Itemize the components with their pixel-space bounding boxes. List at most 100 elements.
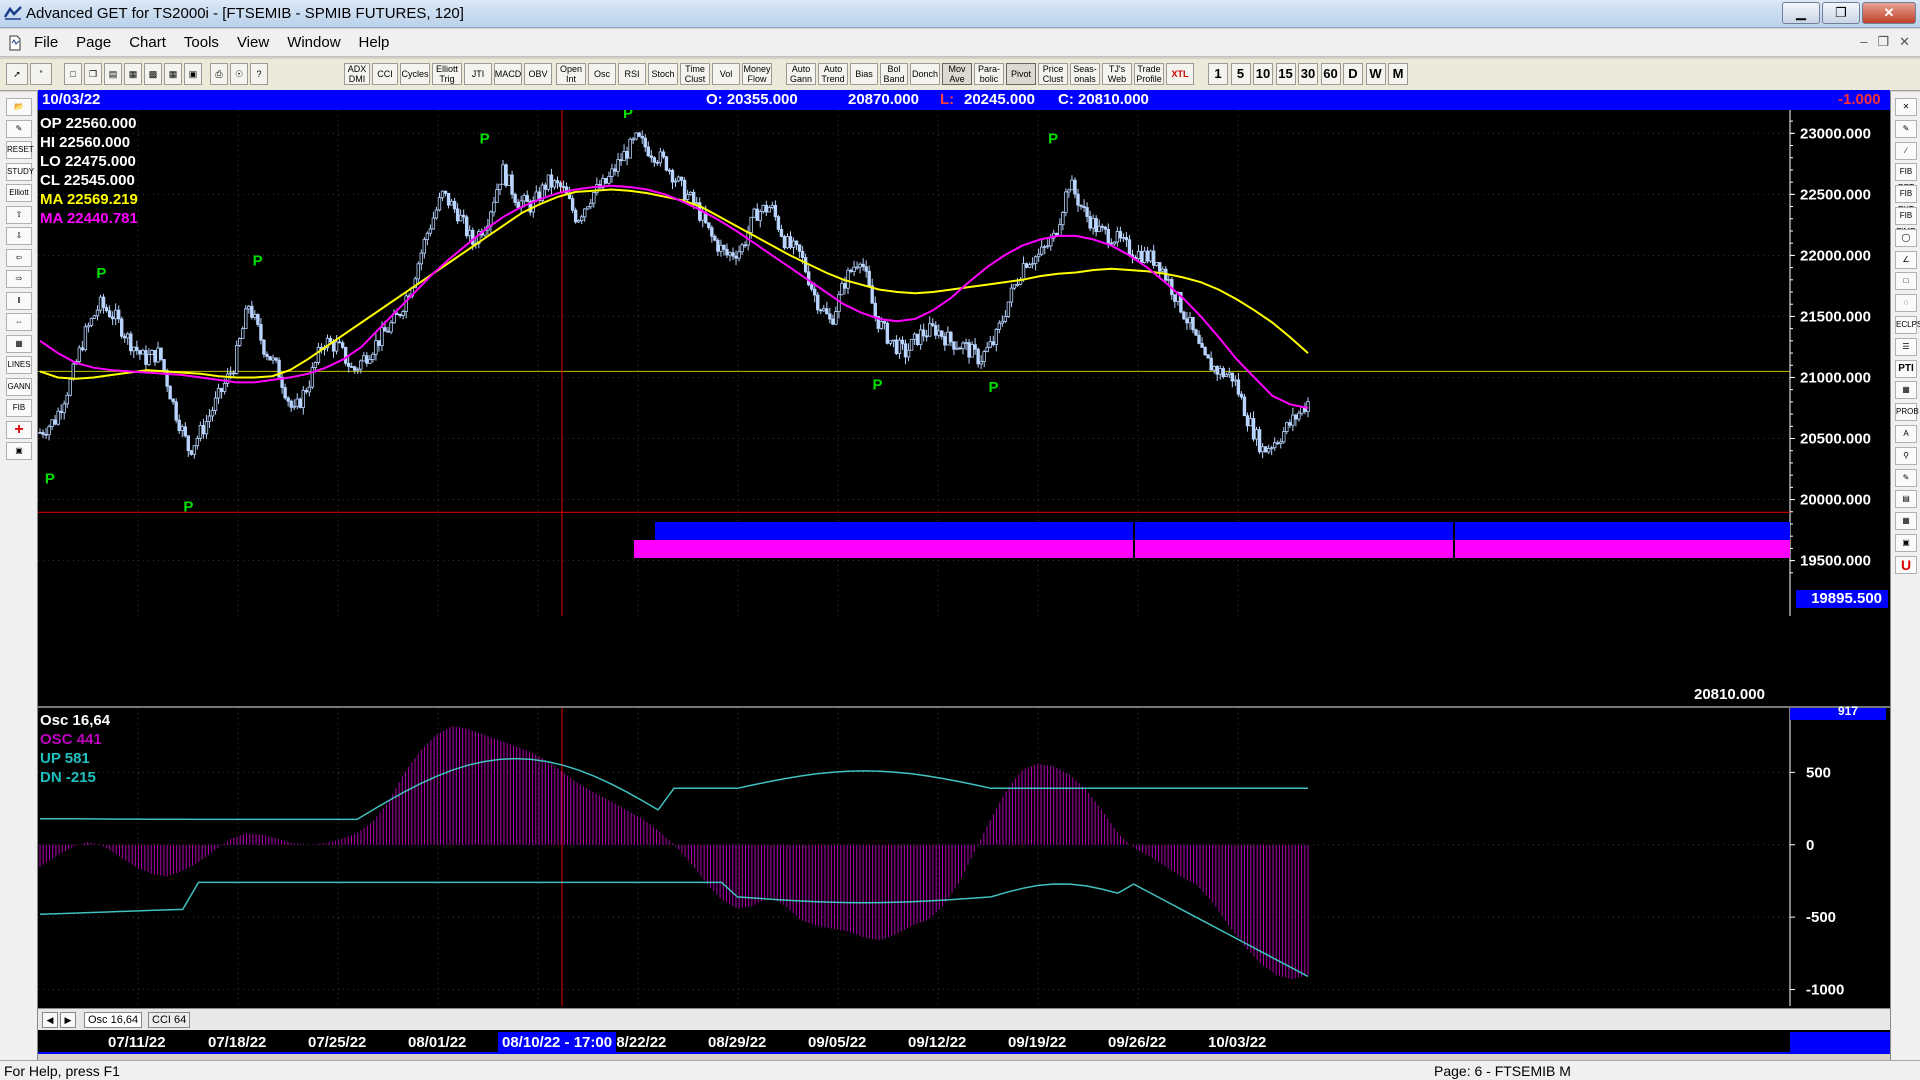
lines-icon[interactable]: LINES [6, 356, 32, 374]
menu-help[interactable]: Help [359, 34, 390, 51]
reset-icon[interactable]: RESET [6, 141, 34, 159]
study-button-adx-dmi[interactable]: ADX DMI [344, 63, 370, 85]
study-button-stoch[interactable]: Stoch [648, 63, 678, 85]
hint-icon[interactable]: ☉ [230, 63, 248, 85]
tab-scroll-left-icon[interactable]: ◀ [42, 1012, 58, 1028]
tile-icon[interactable]: ▦ [124, 63, 142, 85]
save-icon[interactable]: ▣ [6, 442, 32, 460]
study-button-seas-onals[interactable]: Seas-onals [1070, 63, 1100, 85]
study-button-tj-s-web[interactable]: TJ's Web [1102, 63, 1132, 85]
magnify-icon[interactable]: ⚲ [1895, 446, 1917, 465]
layers-icon[interactable]: ▣ [1895, 534, 1917, 552]
timeframe-button-d[interactable]: D [1343, 63, 1363, 85]
ellipse-icon[interactable]: ◯ [1895, 228, 1917, 247]
menu-tools[interactable]: Tools [184, 34, 219, 51]
grid-icon[interactable]: ▦ [164, 63, 182, 85]
pencil-icon[interactable]: ✎ [1895, 119, 1917, 138]
line-icon[interactable]: ∕ [1895, 141, 1917, 160]
study-button-cci[interactable]: CCI [372, 63, 398, 85]
menu-chart[interactable]: Chart [129, 34, 166, 51]
study-button-open-int[interactable]: Open Int [556, 63, 586, 85]
help-icon[interactable]: ? [250, 63, 268, 85]
study-button-auto-gann[interactable]: Auto Gann [786, 63, 816, 85]
pointer-tool-icon[interactable]: ➚ [6, 63, 28, 85]
edit-icon[interactable]: ✎ [6, 119, 32, 138]
study-button-donch[interactable]: Donch [910, 63, 940, 85]
menu-page[interactable]: Page [76, 34, 111, 51]
arrow-right-icon[interactable]: ⇨ [6, 270, 32, 288]
timeframe-button-1[interactable]: 1 [1208, 63, 1228, 85]
tab-cci[interactable]: CCI 64 [148, 1012, 191, 1028]
study-button-price-clust[interactable]: Price Clust [1038, 63, 1068, 85]
grid-icon-r[interactable]: ▦ [1895, 381, 1917, 400]
copy-icon[interactable]: ❐ [84, 63, 102, 85]
fan-icon[interactable]: ∠ [1895, 250, 1917, 269]
study-button-mov-ave[interactable]: Mov Ave [942, 63, 972, 85]
timeframe-button-60[interactable]: 60 [1320, 63, 1341, 85]
timeframe-button-15[interactable]: 15 [1275, 63, 1296, 85]
minimize-button[interactable]: ▁ [1782, 2, 1820, 24]
fib-ext-icon[interactable]: FIB EXT [1895, 185, 1917, 214]
study-button-elliott-trig[interactable]: Elliott Trig [432, 63, 462, 85]
fib-ret-icon[interactable]: FIB RET [1895, 163, 1917, 192]
study-button-cycles[interactable]: Cycles [400, 63, 430, 85]
quote-icon[interactable]: ” [30, 63, 52, 85]
cascade-icon[interactable]: ▤ [104, 63, 122, 85]
arrow-left-icon[interactable]: ⇦ [6, 248, 32, 267]
study-button-vol[interactable]: Vol [712, 63, 740, 85]
fib-time-icon[interactable]: FIB TIME [1895, 207, 1917, 236]
chart-window[interactable]: 10/03/22 O: 20355.000 20870.000 L: 20245… [38, 90, 1890, 1054]
text-icon[interactable]: A [1895, 425, 1917, 443]
study-button-macd[interactable]: MACD [494, 63, 522, 85]
tab-osc[interactable]: Osc 16,64 [84, 1012, 143, 1028]
list-icon[interactable]: ▤ [1895, 490, 1917, 509]
price-chart[interactable]: P P P P P P P P P 23000.000 22500.000 22000.000 215… [38, 110, 1890, 616]
restore-button[interactable]: ❐ [1822, 2, 1860, 24]
mdi-close-button[interactable]: ✕ [1899, 34, 1910, 50]
timeframe-button-10[interactable]: 10 [1253, 63, 1273, 85]
mdi-minimize-button[interactable]: – [1860, 34, 1867, 50]
study-button-osc[interactable]: Osc [588, 63, 616, 85]
zoom-icon[interactable]: ⇔ [6, 313, 32, 331]
mdi-restore-button[interactable]: ❐ [1877, 34, 1889, 50]
grid-icon[interactable]: ▦ [6, 334, 32, 353]
menu-window[interactable]: Window [287, 34, 340, 51]
study-button-para-bolic[interactable]: Para-bolic [974, 63, 1004, 85]
study-button-obv[interactable]: OBV [524, 63, 552, 85]
crosshair-icon[interactable]: + [6, 420, 32, 439]
study-button-bol-band[interactable]: Bol Band [880, 63, 908, 85]
eclps-icon[interactable]: ECLPS [1895, 316, 1920, 334]
close-chart-icon[interactable]: ✕ [1895, 98, 1917, 116]
study-button-bias[interactable]: Bias [850, 63, 878, 85]
fib-icon[interactable]: FIB [6, 399, 32, 417]
elliott-icon[interactable]: Elliott [6, 184, 32, 202]
bars-icon[interactable]: ‖ [6, 291, 32, 310]
arc-icon[interactable]: ◌ [1895, 294, 1917, 313]
arrange-icon[interactable]: ▩ [144, 63, 162, 85]
menu-view[interactable]: View [237, 34, 269, 51]
prob-icon[interactable]: PROB [1895, 403, 1919, 422]
study-button-rsi[interactable]: RSI [618, 63, 646, 85]
timeframe-button-w[interactable]: W [1365, 63, 1386, 85]
pti-icon[interactable]: PTI [1895, 359, 1917, 378]
table-icon[interactable]: ▦ [1895, 512, 1917, 531]
tab-scroll-right-icon[interactable]: ▶ [60, 1012, 76, 1028]
arrow-down-icon[interactable]: ⇩ [6, 227, 32, 245]
study-button-jti[interactable]: JTI [464, 63, 492, 85]
study-button-pivot[interactable]: Pivot [1006, 63, 1036, 85]
oscillator-chart[interactable]: 500 0 -500 -1000 [38, 708, 1890, 1006]
timeframe-button-5[interactable]: 5 [1230, 63, 1251, 85]
study-button-auto-trend[interactable]: Auto Trend [818, 63, 848, 85]
new-icon[interactable]: □ [64, 63, 82, 85]
study-button-xtl[interactable]: XTL [1166, 63, 1194, 85]
channel-icon[interactable]: ☰ [1895, 337, 1917, 356]
arrow-up-icon[interactable]: ⇧ [6, 205, 32, 224]
open-icon[interactable]: 📂 [6, 98, 32, 116]
print-icon[interactable]: ⎙ [210, 63, 228, 85]
menu-file[interactable]: File [34, 34, 58, 51]
study-button-trade-profile[interactable]: Trade Profile [1134, 63, 1164, 85]
layout-icon[interactable]: ▣ [184, 63, 202, 85]
marker-icon[interactable]: ✎ [1895, 468, 1917, 487]
timeframe-button-m[interactable]: M [1388, 63, 1408, 85]
u-icon[interactable]: U [1895, 555, 1917, 574]
